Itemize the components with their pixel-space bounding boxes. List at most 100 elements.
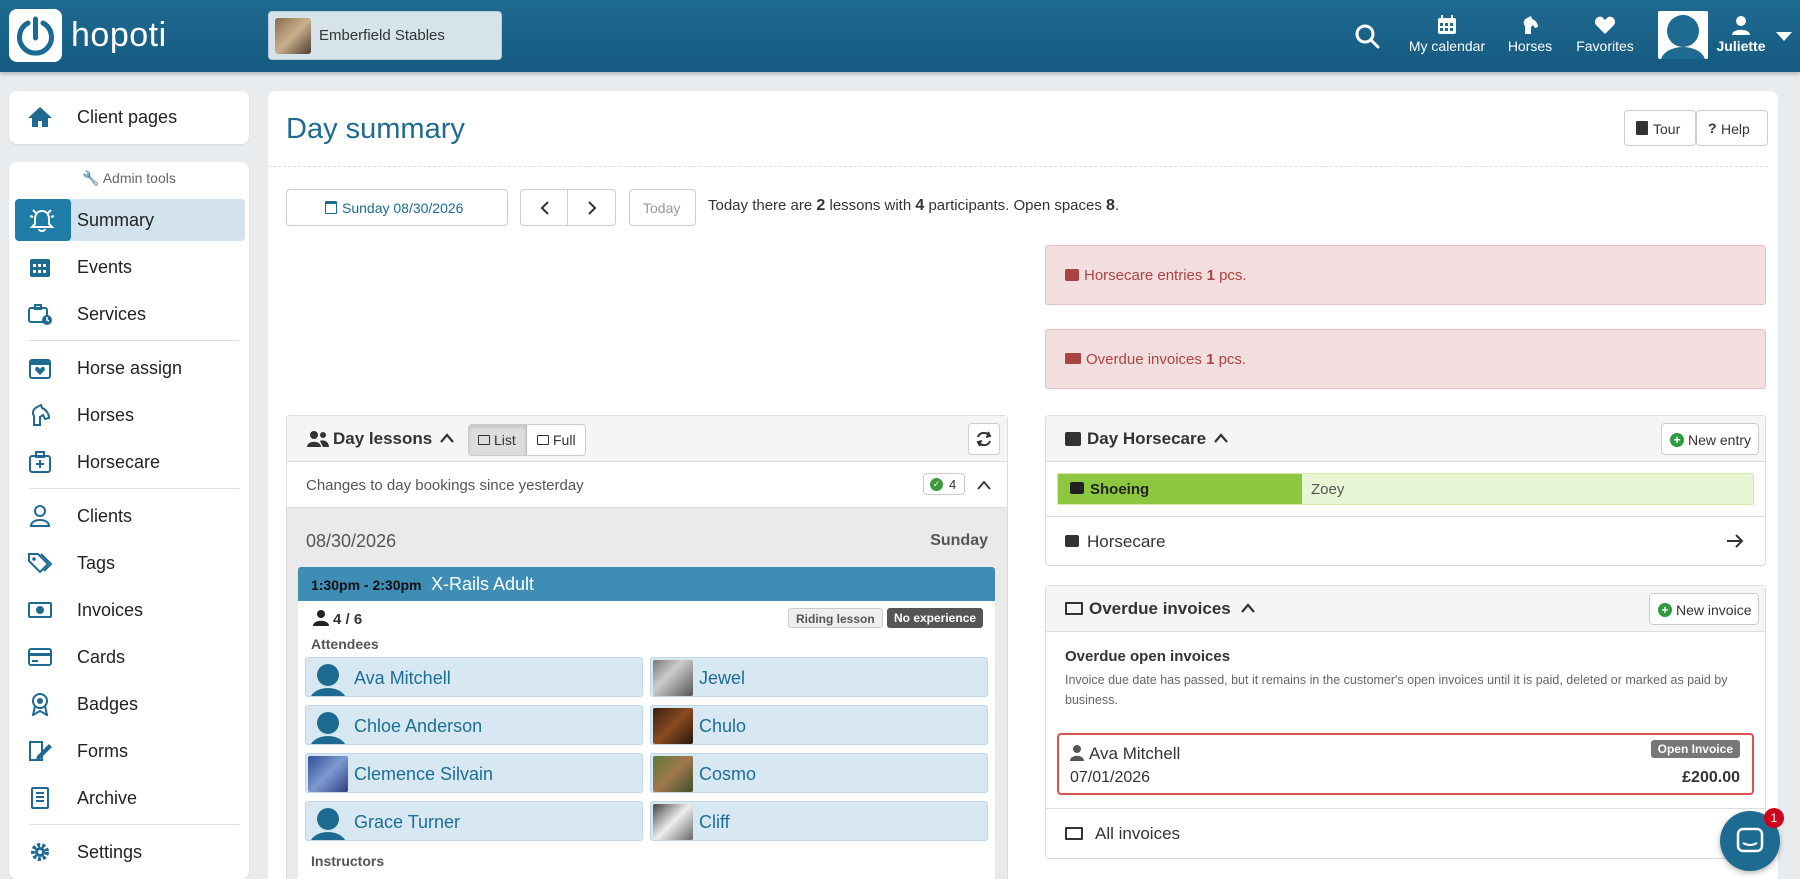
plus-circle-icon: + xyxy=(1658,603,1672,617)
sidebar-item-archive[interactable]: Archive xyxy=(15,777,245,819)
invoice-card[interactable]: Ava Mitchell 07/01/2026 Open Invoice £20… xyxy=(1057,733,1754,795)
search-icon[interactable] xyxy=(1354,23,1380,54)
day-lessons-title: Day lessons xyxy=(333,429,433,448)
sidebar-item-services[interactable]: Services xyxy=(15,293,245,335)
attendee-horse[interactable]: Cosmo xyxy=(650,753,988,793)
sidebar-item-invoices[interactable]: Invoices xyxy=(15,589,245,631)
horsecare-link[interactable]: Horsecare xyxy=(1046,516,1765,566)
sidebar-item-cards[interactable]: Cards xyxy=(15,636,245,678)
logo-text: hopoti xyxy=(71,16,167,54)
nav-favorites[interactable]: Favorites xyxy=(1568,14,1642,54)
chevron-down-icon[interactable] xyxy=(1775,30,1793,48)
sidebar-item-horse-assign[interactable]: Horse assign xyxy=(15,347,245,389)
summary-mid2: participants. Open spaces xyxy=(928,197,1102,214)
next-day-button[interactable] xyxy=(567,189,616,226)
nav-my-calendar[interactable]: My calendar xyxy=(1404,14,1490,54)
sidebar-item-label: Horses xyxy=(77,405,135,425)
date-picker-button[interactable]: Sunday 08/30/2026 xyxy=(286,189,508,226)
prev-day-button[interactable] xyxy=(520,189,568,226)
horsecare-alert[interactable]: Horsecare entries 1 pcs. xyxy=(1045,245,1766,305)
new-invoice-label: New invoice xyxy=(1676,602,1752,618)
avatar xyxy=(308,708,348,744)
horse-photo xyxy=(653,756,693,792)
changes-row[interactable]: Changes to day bookings since yesterday … xyxy=(287,462,1007,508)
user-menu[interactable]: Juliette xyxy=(1714,14,1768,54)
user-icon xyxy=(1070,745,1084,761)
sidebar-item-horses[interactable]: Horses xyxy=(15,394,245,436)
nav-horses[interactable]: Horses xyxy=(1500,14,1560,54)
sidebar-item-badges[interactable]: Badges xyxy=(15,683,245,725)
attendee-rider[interactable]: Grace Turner xyxy=(305,801,643,841)
attendee-horse[interactable]: Cliff xyxy=(650,801,988,841)
attendee-rider[interactable]: Chloe Anderson xyxy=(305,705,643,745)
refresh-icon xyxy=(976,431,992,447)
horsecare-entry[interactable]: Shoeing Zoey xyxy=(1057,473,1754,505)
sidebar-item-tags[interactable]: Tags xyxy=(15,542,245,584)
chevron-left-icon xyxy=(540,201,549,215)
horse-photo xyxy=(653,708,693,744)
attendee-rider[interactable]: Clemence Silvain xyxy=(305,753,643,793)
check-circle-icon: ✓ xyxy=(930,478,943,491)
attendee-horse[interactable]: Jewel xyxy=(650,657,988,697)
sidebar-item-settings[interactable]: Settings xyxy=(15,831,245,873)
participants-count: 4 xyxy=(915,197,925,214)
rider-name: Chloe Anderson xyxy=(354,716,483,736)
table-icon xyxy=(537,435,549,445)
award-icon xyxy=(31,693,49,716)
tags-icon xyxy=(28,553,53,574)
alert-pre: Overdue invoices xyxy=(1086,351,1202,368)
money-icon xyxy=(1065,353,1081,364)
chevron-up-icon[interactable] xyxy=(1213,432,1229,444)
tour-label: Tour xyxy=(1653,121,1681,137)
sidebar-item-events[interactable]: Events xyxy=(15,246,245,288)
entry-type-label: Shoeing xyxy=(1090,481,1150,498)
entry-horse-name: Zoey xyxy=(1311,481,1345,498)
lesson-time: 1:30pm - 2:30pm xyxy=(311,577,422,593)
refresh-button[interactable] xyxy=(968,423,1000,455)
sidebar-item-forms[interactable]: Forms xyxy=(15,730,245,772)
lesson-tag-level: No experience xyxy=(887,608,984,628)
summary-pre: Today there are xyxy=(708,197,813,214)
sidebar-item-clients[interactable]: Clients xyxy=(15,495,245,537)
day-lessons-header: Day lessons List Full xyxy=(287,416,1007,462)
new-entry-button[interactable]: + New entry xyxy=(1661,423,1759,455)
chevron-up-icon[interactable] xyxy=(977,480,991,490)
rider-name: Clemence Silvain xyxy=(354,764,494,784)
lesson-card[interactable]: 1:30pm - 2:30pm X-Rails Adult 4 / 6 Ridi… xyxy=(298,567,995,879)
sidebar-item-horsecare[interactable]: Horsecare xyxy=(15,441,245,483)
overdue-invoices-alert[interactable]: Overdue invoices 1 pcs. xyxy=(1045,329,1766,389)
user-icon xyxy=(1732,16,1750,35)
logo-icon[interactable] xyxy=(9,9,62,62)
user-avatar[interactable] xyxy=(1658,11,1708,59)
chevron-up-icon[interactable] xyxy=(439,432,455,444)
tab-list[interactable]: List xyxy=(469,425,527,455)
lesson-header[interactable]: 1:30pm - 2:30pm X-Rails Adult xyxy=(298,567,995,601)
sidebar-item-label: Client pages xyxy=(77,107,178,127)
horse-name: Chulo xyxy=(699,716,747,736)
chat-button[interactable]: 1 xyxy=(1720,808,1784,871)
avatar xyxy=(308,756,348,792)
sidebar-item-summary[interactable]: Summary xyxy=(15,199,245,241)
today-button[interactable]: Today xyxy=(629,189,696,226)
help-button[interactable]: ? Help xyxy=(1696,110,1768,146)
all-invoices-link[interactable]: All invoices xyxy=(1046,808,1765,858)
chevron-up-icon[interactable] xyxy=(1240,602,1256,614)
stable-thumbnail xyxy=(275,18,311,54)
alert-count: 1 xyxy=(1206,351,1215,368)
day-lessons-panel: Day lessons List Full Changes to day boo… xyxy=(286,415,1008,879)
changes-text: Changes to day bookings since yesterday xyxy=(306,477,584,494)
tour-button[interactable]: Tour xyxy=(1624,110,1696,146)
stable-selector[interactable]: Emberfield Stables xyxy=(268,11,502,60)
sidebar-divider xyxy=(29,488,239,489)
rider-name: Grace Turner xyxy=(354,812,461,832)
new-invoice-button[interactable]: + New invoice xyxy=(1649,593,1759,625)
overdue-alert-text: Overdue invoices 1 pcs. xyxy=(1086,351,1246,368)
medkit-icon xyxy=(1065,432,1081,446)
attendee-rider[interactable]: Ava Mitchell xyxy=(305,657,643,697)
stable-name: Emberfield Stables xyxy=(319,27,445,44)
avatar xyxy=(308,660,348,696)
sidebar-item-client-pages[interactable]: Client pages xyxy=(15,96,245,138)
tab-full[interactable]: Full xyxy=(528,425,586,455)
alert-pre: Horsecare entries xyxy=(1084,267,1203,284)
attendee-horse[interactable]: Chulo xyxy=(650,705,988,745)
